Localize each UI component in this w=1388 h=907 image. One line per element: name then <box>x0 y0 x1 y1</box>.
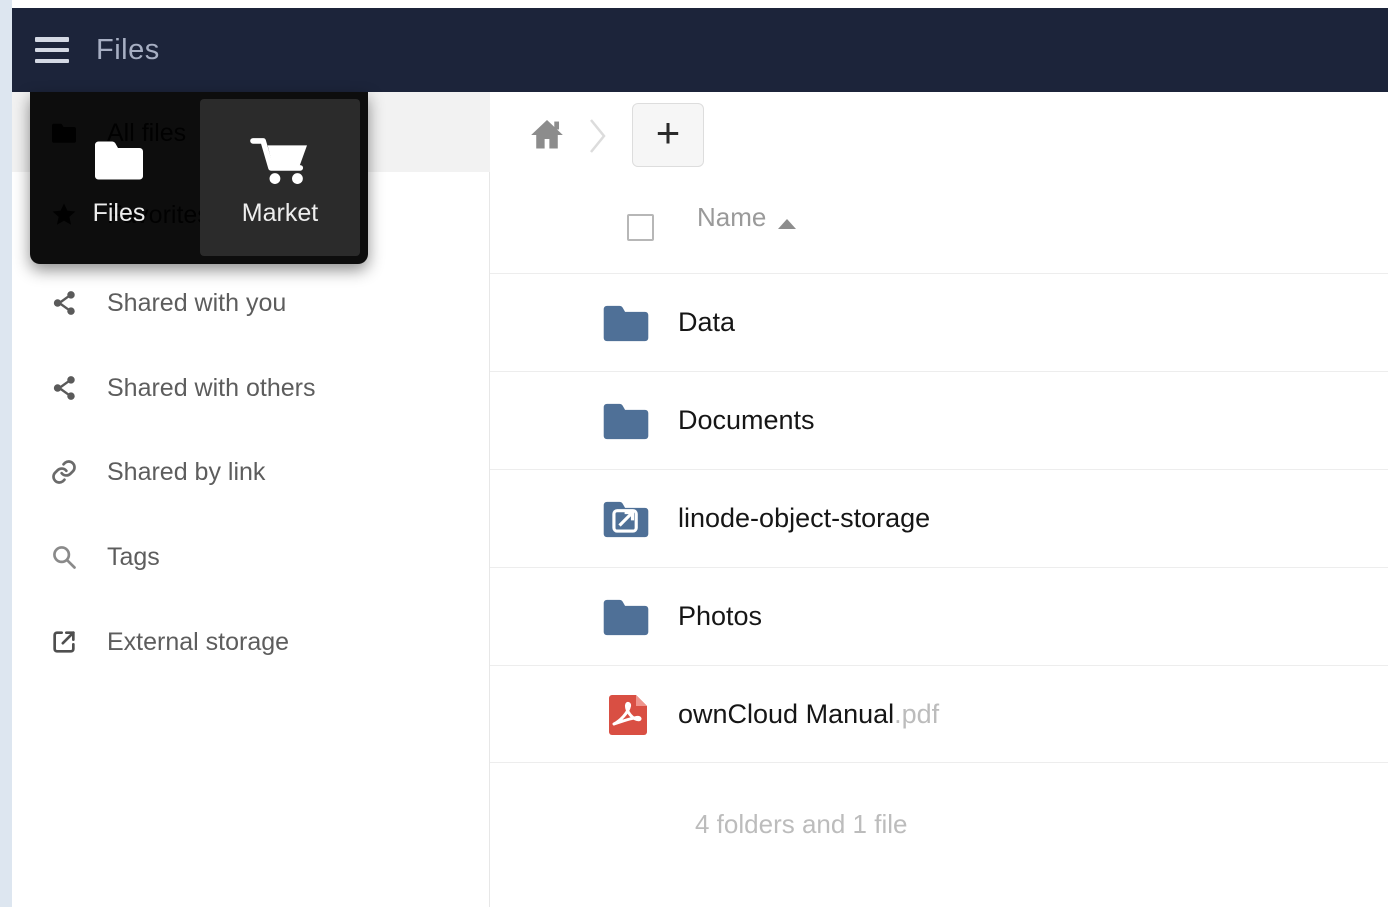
sidebar-item-label: Shared with others <box>107 374 315 403</box>
folder-icon <box>600 298 652 348</box>
sidebar-item-label: External storage <box>107 628 289 657</box>
file-list-panel: + Name Data Documents linode-object-stor… <box>490 92 1388 907</box>
file-name: ownCloud Manual.pdf <box>678 699 939 730</box>
sidebar-item-label: Shared with you <box>107 289 286 318</box>
sidebar-item-label: Shared by link <box>107 458 265 487</box>
app-menu-item-files[interactable]: Files <box>40 99 198 256</box>
file-name: Data <box>678 307 735 338</box>
chevron-right-icon <box>582 116 612 156</box>
file-row-owncloud-manual-pdf[interactable]: ownCloud Manual.pdf <box>490 665 1388 763</box>
sidebar-item-shared-by-link[interactable]: Shared by link <box>12 444 490 500</box>
window-edge-strip <box>0 0 12 907</box>
sidebar-item-shared-with-others[interactable]: Shared with others <box>12 360 490 416</box>
sort-ascending-icon[interactable] <box>778 219 796 229</box>
file-row-documents[interactable]: Documents <box>490 371 1388 469</box>
file-row-photos[interactable]: Photos <box>490 567 1388 665</box>
sidebar-item-tags[interactable]: Tags <box>12 529 490 585</box>
external-link-icon <box>50 628 78 656</box>
file-row-data[interactable]: Data <box>490 273 1388 371</box>
app-menu-item-label: Files <box>93 199 146 228</box>
file-count-summary: 4 folders and 1 file <box>695 809 907 840</box>
select-all-checkbox[interactable] <box>627 214 654 241</box>
share-icon <box>50 374 78 402</box>
sidebar-item-external-storage[interactable]: External storage <box>12 614 490 670</box>
folder-icon <box>90 129 148 191</box>
file-row-linode-object-storage[interactable]: linode-object-storage <box>490 469 1388 567</box>
top-bar: Files <box>12 8 1388 92</box>
file-count-summary-row: 4 folders and 1 file <box>490 763 1388 873</box>
app-menu-item-market[interactable]: Market <box>200 99 360 256</box>
share-icon <box>50 289 78 317</box>
file-extension: .pdf <box>894 699 939 729</box>
column-header-name[interactable]: Name <box>697 202 766 233</box>
folder-icon <box>600 396 652 446</box>
file-rows: Data Documents linode-object-storage Pho… <box>490 273 1388 763</box>
cart-icon <box>247 129 313 191</box>
breadcrumb-home-icon[interactable] <box>528 114 566 156</box>
app-menu-dropdown: Files Market <box>30 92 368 264</box>
file-name: linode-object-storage <box>678 503 930 534</box>
sidebar-item-label: Tags <box>107 543 160 572</box>
file-name: Documents <box>678 405 815 436</box>
folder-external-icon <box>600 494 652 544</box>
folder-icon <box>600 592 652 642</box>
app-menu-item-label: Market <box>242 199 318 228</box>
file-name: Photos <box>678 601 762 632</box>
app-title: Files <box>96 34 160 67</box>
search-icon <box>50 543 78 571</box>
link-icon <box>50 458 78 486</box>
pdf-file-icon <box>604 690 652 740</box>
new-file-button[interactable]: + <box>632 103 704 167</box>
sidebar-item-shared-with-you[interactable]: Shared with you <box>12 275 490 331</box>
file-base-name: ownCloud Manual <box>678 699 894 729</box>
hamburger-menu-icon[interactable] <box>35 37 69 63</box>
